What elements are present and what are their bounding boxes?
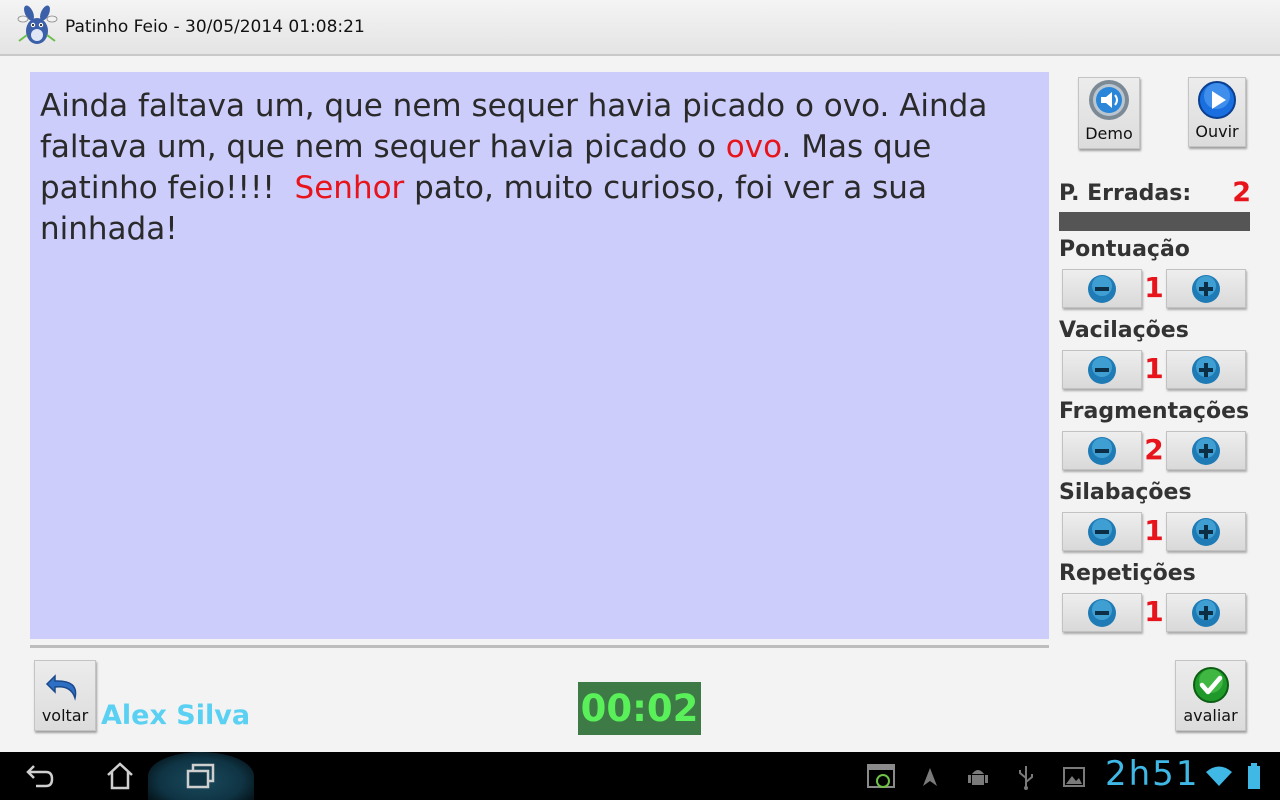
- plus-icon: [1192, 355, 1220, 384]
- back-button[interactable]: voltar: [34, 660, 96, 731]
- minus-icon: [1088, 355, 1116, 384]
- gallery-icon: [1063, 767, 1085, 787]
- minus-icon: [1088, 436, 1116, 465]
- decrement-button[interactable]: [1062, 512, 1142, 551]
- ouvir-label: Ouvir: [1195, 122, 1239, 141]
- counter-label-vacilacoes: Vacilações: [1059, 318, 1189, 343]
- checkmark-icon: [1192, 667, 1229, 703]
- plus-icon: [1192, 274, 1220, 303]
- evaluate-label: avaliar: [1183, 706, 1238, 725]
- errors-label: P. Erradas:: [1059, 181, 1192, 206]
- system-nav-bar: [0, 752, 1280, 800]
- increment-button[interactable]: [1166, 269, 1246, 308]
- timer: 00:02: [578, 682, 701, 735]
- decrement-button[interactable]: [1062, 593, 1142, 632]
- counter-value-fragmentacoes: 2: [1144, 433, 1164, 466]
- counter-label-pontuacao: Pontuação: [1059, 237, 1190, 262]
- android-debug-icon: [968, 770, 988, 785]
- demo-button[interactable]: Demo: [1078, 77, 1140, 149]
- recent-apps-icon[interactable]: [185, 762, 217, 790]
- increment-button[interactable]: [1166, 431, 1246, 470]
- demo-label: Demo: [1085, 124, 1133, 143]
- ouvir-button[interactable]: Ouvir: [1188, 77, 1246, 147]
- usb-icon: [1019, 766, 1033, 790]
- minus-icon: [1088, 274, 1116, 303]
- reading-panel[interactable]: Ainda faltava um, que nem sequer havia p…: [30, 72, 1049, 639]
- error-word[interactable]: ovo: [726, 129, 782, 165]
- title-bar: Patinho Feio - 30/05/2014 01:08:21: [0, 0, 1280, 56]
- back-icon[interactable]: [24, 762, 56, 790]
- reading-text: Ainda faltava um, que nem sequer havia p…: [40, 86, 1039, 250]
- counter-value-silabacoes: 1: [1144, 514, 1164, 547]
- speaker-icon: [1089, 80, 1129, 120]
- location-icon: [923, 768, 937, 786]
- home-icon[interactable]: [104, 760, 136, 792]
- decrement-button[interactable]: [1062, 350, 1142, 389]
- counter-label-repeticoes: Repetições: [1059, 561, 1196, 586]
- errors-count: 2: [1232, 177, 1251, 208]
- increment-button[interactable]: [1166, 512, 1246, 551]
- minus-icon: [1088, 517, 1116, 546]
- play-icon: [1198, 81, 1236, 119]
- back-label: voltar: [41, 706, 89, 725]
- minus-icon: [1088, 598, 1116, 627]
- counter-value-vacilacoes: 1: [1144, 352, 1164, 385]
- evaluate-button[interactable]: avaliar: [1175, 660, 1246, 731]
- undo-arrow-icon: [45, 674, 77, 701]
- system-clock: 2h51: [1105, 754, 1200, 794]
- increment-button[interactable]: [1166, 350, 1246, 389]
- battery-icon: [1248, 763, 1260, 789]
- error-word[interactable]: Senhor: [295, 170, 405, 206]
- wifi-icon: [1206, 766, 1232, 786]
- screenshot-icon[interactable]: [866, 762, 896, 792]
- counter-label-fragmentacoes: Fragmentações: [1059, 399, 1250, 424]
- decrement-button[interactable]: [1062, 431, 1142, 470]
- increment-button[interactable]: [1166, 593, 1246, 632]
- plus-icon: [1192, 517, 1220, 546]
- bunny-mascot-icon: [17, 5, 58, 44]
- window-title: Patinho Feio - 30/05/2014 01:08:21: [65, 17, 365, 37]
- plus-icon: [1192, 598, 1220, 627]
- user-name: Alex Silva: [101, 700, 251, 731]
- plus-icon: [1192, 436, 1220, 465]
- counter-value-pontuacao: 1: [1144, 271, 1164, 304]
- panel-divider: [30, 645, 1049, 648]
- separator-bar: [1059, 212, 1250, 231]
- counter-label-silabacoes: Silabações: [1059, 480, 1192, 505]
- counter-value-repeticoes: 1: [1144, 595, 1164, 628]
- decrement-button[interactable]: [1062, 269, 1142, 308]
